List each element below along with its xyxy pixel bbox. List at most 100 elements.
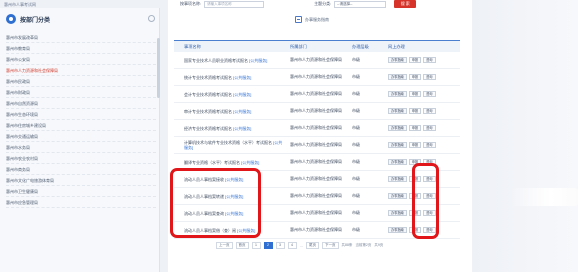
item-name[interactable]: 翻译专业资格（水平）考试报名	[184, 160, 240, 165]
table-row: 计算机技术与软件专业技术资格（水平）考试报名 [公共服务] 惠州市人力资源和社会保…	[174, 137, 460, 154]
level-cell: 市级	[352, 142, 360, 147]
background-blur-bar	[510, 188, 578, 206]
sidebar-item[interactable]: 惠州市农业农村局	[6, 153, 156, 164]
department-cell: 惠州市人力资源和社会保障局	[290, 176, 342, 181]
sidebar-item[interactable]: 惠州市文化广电旅游体育局	[6, 175, 156, 186]
guide-button[interactable]: 办事指南	[388, 176, 407, 182]
consult-button[interactable]: 咨询	[423, 74, 436, 80]
pager-last-button[interactable]: 尾页	[306, 242, 319, 249]
guide-button[interactable]: 办事指南	[388, 125, 407, 131]
sidebar-item[interactable]: 惠州市公安局	[6, 54, 156, 65]
pager-prev-button[interactable]: 上一页	[216, 242, 233, 249]
item-service-tag[interactable]: [公共服务]	[233, 109, 251, 114]
level-cell: 市级	[352, 227, 360, 232]
column-header-department: 所属部门	[290, 43, 307, 49]
online-actions-cell: 办事指南 申报 咨询	[388, 108, 460, 114]
sidebar-search-icon[interactable]	[148, 15, 155, 22]
sidebar-scrollbar[interactable]	[157, 38, 160, 98]
pager-next-button[interactable]: 下一页	[322, 242, 339, 249]
item-name[interactable]: 会计专业技术资格考试报名	[184, 92, 232, 97]
online-actions-cell: 办事指南 申报 咨询	[388, 57, 460, 63]
guide-button[interactable]: 办事指南	[388, 108, 407, 114]
pager-first-button[interactable]: 首页	[235, 242, 249, 249]
item-name[interactable]: 经济专业技术资格考试报名	[184, 126, 232, 131]
consult-button[interactable]: 咨询	[423, 91, 436, 97]
department-cell: 惠州市人力资源和社会保障局	[290, 193, 342, 198]
guide-button[interactable]: 办事指南	[388, 159, 407, 165]
search-button[interactable]: 搜 索	[394, 0, 417, 8]
table-row: 会计专业技术资格考试报名 [公共服务] 惠州市人力资源和社会保障局 市级 办事指南 申报…	[174, 86, 460, 103]
sidebar-header: 按部门分类	[6, 12, 156, 26]
apply-button[interactable]: 申报	[408, 142, 422, 148]
sidebar-item[interactable]: 惠州市水务局	[6, 142, 156, 153]
item-name-label: 按事项名称:	[180, 1, 202, 6]
table-row: 统计专业技术资格考试报名 [公共服务] 惠州市人力资源和社会保障局 市级 办事指南 申报…	[174, 69, 460, 86]
online-actions-cell: 办事指南 申报 咨询	[388, 74, 460, 80]
service-guide-link[interactable]: 办事服务指南	[295, 16, 329, 23]
pager-ellipsis: …	[299, 243, 304, 248]
item-name[interactable]: 统计专业技术资格考试报名	[184, 75, 232, 80]
topic-category-label: 主题分类:	[314, 1, 332, 6]
department-cell: 惠州市人力资源和社会保障局	[290, 142, 342, 147]
item-service-tag[interactable]: [公共服务]	[233, 126, 251, 131]
online-actions-cell: 办事指南 申报 咨询	[388, 91, 460, 97]
column-header-level: 办理层级	[352, 43, 369, 49]
sidebar-item[interactable]: 惠州市民政局	[6, 76, 156, 87]
apply-button[interactable]: 申报	[408, 125, 422, 131]
item-service-tag[interactable]: [公共服务]	[233, 92, 251, 97]
sidebar-item[interactable]: 惠州市财政局	[6, 87, 156, 98]
apply-button[interactable]: 申报	[408, 91, 422, 97]
sidebar-item[interactable]: 惠州市住房城乡建设局	[6, 120, 156, 131]
guide-button[interactable]: 办事指南	[388, 91, 407, 97]
sidebar-item[interactable]: 惠州市教育局	[6, 43, 156, 54]
item-name[interactable]: 国家专业技术人员职业资格考试报名	[184, 58, 248, 63]
consult-button[interactable]: 咨询	[423, 57, 436, 63]
item-name[interactable]: 计算机技术与软件专业技术资格（水平）考试报名	[184, 140, 272, 145]
item-service-tag[interactable]: [公共服务]	[249, 58, 267, 63]
sidebar-department-list: 惠州市发展改革局 惠州市教育局 惠州市公安局 惠州市人力资源和社会保障局 惠州市民政局惠…	[6, 32, 156, 208]
item-name-cell: 计算机技术与软件专业技术资格（水平）考试报名 [公共服务]	[174, 140, 286, 150]
pager-page-button[interactable]: 2	[263, 242, 273, 249]
apply-button[interactable]: 申报	[408, 57, 422, 63]
pagination: 上一页 首页 1 2 3 4… 尾页 下一页 共88条 当前第2页 共9页	[216, 242, 383, 249]
item-name-input[interactable]: 请输入事项名称	[204, 0, 265, 8]
department-cell: 惠州市人力资源和社会保障局	[290, 227, 342, 232]
pager-total-pages: 共9页	[374, 243, 384, 247]
consult-button[interactable]: 咨询	[423, 125, 436, 131]
consult-button[interactable]: 咨询	[423, 108, 436, 114]
sidebar-item[interactable]: 惠州市人力资源和社会保障局	[6, 65, 156, 76]
guide-button[interactable]: 办事指南	[388, 193, 407, 199]
sidebar-item[interactable]: 惠州市交通运输局	[6, 131, 156, 142]
sidebar-item[interactable]: 惠州市生态环境局	[6, 109, 156, 120]
item-name[interactable]: 审计专业技术资格考试报名	[184, 109, 232, 114]
apply-button[interactable]: 申报	[408, 108, 422, 114]
column-header-item-name: 事项名称	[184, 44, 201, 49]
sidebar-item[interactable]: 惠州市商务局	[6, 164, 156, 175]
guide-button[interactable]: 办事指南	[388, 142, 407, 148]
level-cell: 市级	[352, 108, 360, 113]
pager-page-button[interactable]: 3	[275, 242, 285, 249]
pager-page-button[interactable]: 4	[287, 242, 297, 249]
background-area	[472, 0, 578, 272]
table-row: 经济专业技术资格考试报名 [公共服务] 惠州市人力资源和社会保障局 市级 办事指南 申报…	[174, 120, 460, 137]
department-cell: 惠州市人力资源和社会保障局	[290, 210, 342, 215]
department-cell: 惠州市人力资源和社会保障局	[290, 57, 342, 62]
item-name-cell: 国家专业技术人员职业资格考试报名 [公共服务]	[174, 58, 286, 63]
item-service-tag[interactable]: [公共服务]	[233, 75, 251, 80]
sidebar-item[interactable]: 惠州市应急管理局	[6, 197, 156, 208]
topic-category-select[interactable]: --请选择--	[334, 0, 387, 8]
apply-button[interactable]: 申报	[408, 74, 422, 80]
consult-button[interactable]: 咨询	[423, 142, 436, 148]
item-service-tag[interactable]: [公共服务]	[241, 160, 259, 165]
pager-page-button[interactable]: 1	[251, 242, 261, 249]
sidebar-item[interactable]: 惠州市自然资源局	[6, 98, 156, 109]
highlight-box-apply-buttons	[412, 163, 439, 239]
pager-total-count: 共88条	[341, 243, 353, 247]
sidebar-item[interactable]: 惠州市发展改革局	[6, 32, 156, 43]
guide-button[interactable]: 办事指南	[388, 227, 407, 233]
sidebar-item[interactable]: 惠州市卫生健康局	[6, 186, 156, 197]
guide-button[interactable]: 办事指南	[388, 74, 407, 80]
department-category-icon	[6, 14, 16, 24]
guide-button[interactable]: 办事指南	[388, 57, 407, 63]
guide-button[interactable]: 办事指南	[388, 210, 407, 216]
